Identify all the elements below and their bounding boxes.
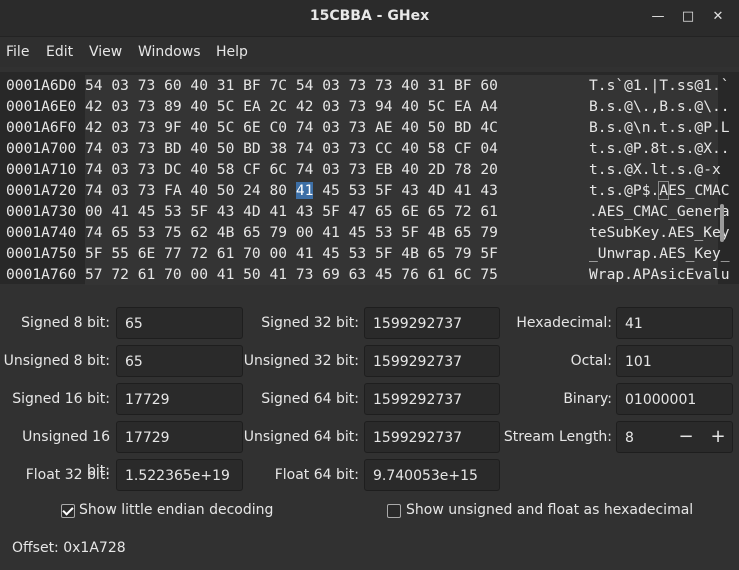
row-ascii[interactable]: .AES_CMAC_Genera: [589, 201, 730, 222]
row-ascii[interactable]: B.s.@\n.t.s.@P.L: [589, 117, 730, 138]
unsigned8-label: Unsigned 8 bit:: [3, 353, 110, 369]
row-offset: 0001A730: [6, 203, 77, 220]
row-offset: 0001A6F0: [6, 119, 77, 136]
hex-bytes[interactable]: 42 03 73 89 40 5C EA 2C 42 03 73 94 40 5…: [85, 98, 498, 115]
hex-view[interactable]: 0001A6D0 54 03 73 60 40 31 BF 7C 54 03 7…: [0, 72, 739, 285]
float32-field[interactable]: 1.522365e+19: [116, 459, 243, 491]
maximize-icon[interactable]: □: [676, 6, 700, 28]
menu-help[interactable]: Help: [216, 44, 248, 60]
stream-length-decrement-button[interactable]: −: [671, 421, 701, 453]
stream-length-value[interactable]: 8: [625, 430, 634, 446]
float32-label: Float 32 bit:: [25, 467, 110, 483]
hex-bytes[interactable]: 74 03 73 DC 40 58 CF 6C 74 03 73 EB 40 2…: [85, 161, 498, 178]
menu-edit[interactable]: Edit: [46, 44, 73, 60]
title-bar: 15CBBA - GHex — □ ✕: [0, 0, 739, 37]
row-ascii[interactable]: Wrap.APAsicEvalu: [589, 264, 730, 285]
close-icon[interactable]: ✕: [706, 6, 730, 28]
signed16-field[interactable]: 17729: [116, 383, 243, 415]
row-offset: 0001A700: [6, 140, 77, 157]
unsigned32-field[interactable]: 1599292737: [364, 345, 500, 377]
signed16-label: Signed 16 bit:: [12, 391, 110, 407]
hex-row: 0001A750 5F 55 6E 77 72 61 70 00 41 45 5…: [0, 243, 730, 264]
row-ascii[interactable]: T.s`@1.|T.ss@1.`: [589, 75, 730, 96]
ascii-chars[interactable]: ES_CMAC: [668, 182, 730, 199]
hex-row: 0001A6F0 42 03 73 9F 40 5C 6E C0 74 03 7…: [0, 117, 730, 138]
hex-row: 0001A710 74 03 73 DC 40 58 CF 6C 74 03 7…: [0, 159, 721, 180]
menu-view[interactable]: View: [89, 44, 122, 60]
hex-row: 0001A6D0 54 03 73 60 40 31 BF 7C 54 03 7…: [0, 75, 730, 96]
unsigned-hex-label[interactable]: Show unsigned and float as hexadecimal: [406, 502, 693, 518]
hex-row: 0001A740 74 65 53 75 62 4B 65 79 00 41 4…: [0, 222, 730, 243]
row-ascii[interactable]: B.s.@\.,B.s.@\..: [589, 96, 730, 117]
little-endian-checkbox[interactable]: [61, 504, 75, 518]
menu-bar: File Edit View Windows Help: [0, 37, 739, 67]
hex-row: 0001A730 00 41 45 53 5F 43 4D 41 43 5F 4…: [0, 201, 730, 222]
hex-row-selected: 0001A720 74 03 73 FA 40 50 24 80 41 45 5…: [0, 180, 730, 201]
status-offset: Offset: 0x1A728: [12, 540, 126, 556]
hexadecimal-field[interactable]: 41: [616, 307, 733, 339]
stream-length-label: Stream Length:: [503, 429, 612, 445]
row-offset: 0001A740: [6, 224, 77, 241]
hex-row: 0001A6E0 42 03 73 89 40 5C EA 2C 42 03 7…: [0, 96, 730, 117]
hex-bytes[interactable]: 45 53 5F 43 4D 41 43: [313, 182, 498, 199]
unsigned64-label: Unsigned 64 bit:: [243, 429, 359, 445]
unsigned8-field[interactable]: 65: [116, 345, 243, 377]
hex-row: 0001A700 74 03 73 BD 40 50 BD 38 74 03 7…: [0, 138, 730, 159]
octal-label: Octal:: [570, 353, 612, 369]
row-offset: 0001A760: [6, 266, 77, 283]
signed64-label: Signed 64 bit:: [261, 391, 359, 407]
hex-bytes[interactable]: 57 72 61 70 00 41 50 41 73 69 63 45 76 6…: [85, 266, 498, 283]
row-offset: 0001A750: [6, 245, 77, 262]
unsigned16-field[interactable]: 17729: [116, 421, 243, 453]
minimize-icon[interactable]: —: [646, 6, 670, 28]
float64-label: Float 64 bit:: [274, 467, 359, 483]
hex-bytes[interactable]: 74 65 53 75 62 4B 65 79 00 41 45 53 5F 4…: [85, 224, 498, 241]
menu-windows[interactable]: Windows: [138, 44, 201, 60]
ascii-chars[interactable]: t.s.@P$.: [589, 182, 659, 199]
row-ascii[interactable]: teSubKey.AES_Key: [589, 222, 730, 243]
row-ascii[interactable]: t.s.@P$.AES_CMAC: [589, 180, 730, 201]
hex-bytes[interactable]: 54 03 73 60 40 31 BF 7C 54 03 73 73 40 3…: [85, 77, 498, 94]
unsigned-hex-checkbox[interactable]: [387, 504, 401, 518]
signed8-field[interactable]: 65: [116, 307, 243, 339]
menu-file[interactable]: File: [6, 44, 29, 60]
signed8-label: Signed 8 bit:: [21, 315, 110, 331]
row-ascii[interactable]: _Unwrap.AES_Key_: [589, 243, 730, 264]
stream-length-increment-button[interactable]: +: [703, 421, 733, 453]
unsigned16-label: Unsigned 16 bit:: [22, 429, 110, 479]
row-offset: 0001A710: [6, 161, 77, 178]
signed32-field[interactable]: 1599292737: [364, 307, 500, 339]
octal-field[interactable]: 101: [616, 345, 733, 377]
binary-field[interactable]: 01000001: [616, 383, 733, 415]
hex-row: 0001A760 57 72 61 70 00 41 50 41 73 69 6…: [0, 264, 730, 285]
row-offset: 0001A6E0: [6, 98, 77, 115]
hex-bytes[interactable]: 42 03 73 9F 40 5C 6E C0 74 03 73 AE 40 5…: [85, 119, 498, 136]
hex-bytes[interactable]: 00 41 45 53 5F 43 4D 41 43 5F 47 65 6E 6…: [85, 203, 498, 220]
hex-bytes[interactable]: 74 03 73 FA 40 50 24 80: [85, 182, 296, 199]
hexadecimal-label: Hexadecimal:: [516, 315, 612, 331]
signed32-label: Signed 32 bit:: [261, 315, 359, 331]
little-endian-label[interactable]: Show little endian decoding: [79, 502, 273, 518]
row-offset: 0001A720: [6, 182, 77, 199]
signed64-field[interactable]: 1599292737: [364, 383, 500, 415]
hex-bytes[interactable]: 74 03 73 BD 40 50 BD 38 74 03 73 CC 40 5…: [85, 140, 498, 157]
unsigned64-field[interactable]: 1599292737: [364, 421, 500, 453]
unsigned32-label: Unsigned 32 bit:: [243, 353, 359, 369]
row-ascii[interactable]: t.s.@X.lt.s.@-x: [589, 159, 730, 180]
float64-field[interactable]: 9.740053e+15: [364, 459, 500, 491]
binary-label: Binary:: [563, 391, 612, 407]
row-ascii[interactable]: t.s.@P.8t.s.@X..: [589, 138, 730, 159]
selected-byte[interactable]: 41: [295, 182, 314, 199]
hex-bytes[interactable]: 5F 55 6E 77 72 61 70 00 41 45 53 5F 4B 6…: [85, 245, 498, 262]
scrollbar-thumb[interactable]: [720, 204, 724, 242]
window-title: 15CBBA - GHex: [309, 8, 430, 24]
row-offset: 0001A6D0: [6, 77, 77, 94]
selected-char[interactable]: A: [658, 181, 670, 200]
